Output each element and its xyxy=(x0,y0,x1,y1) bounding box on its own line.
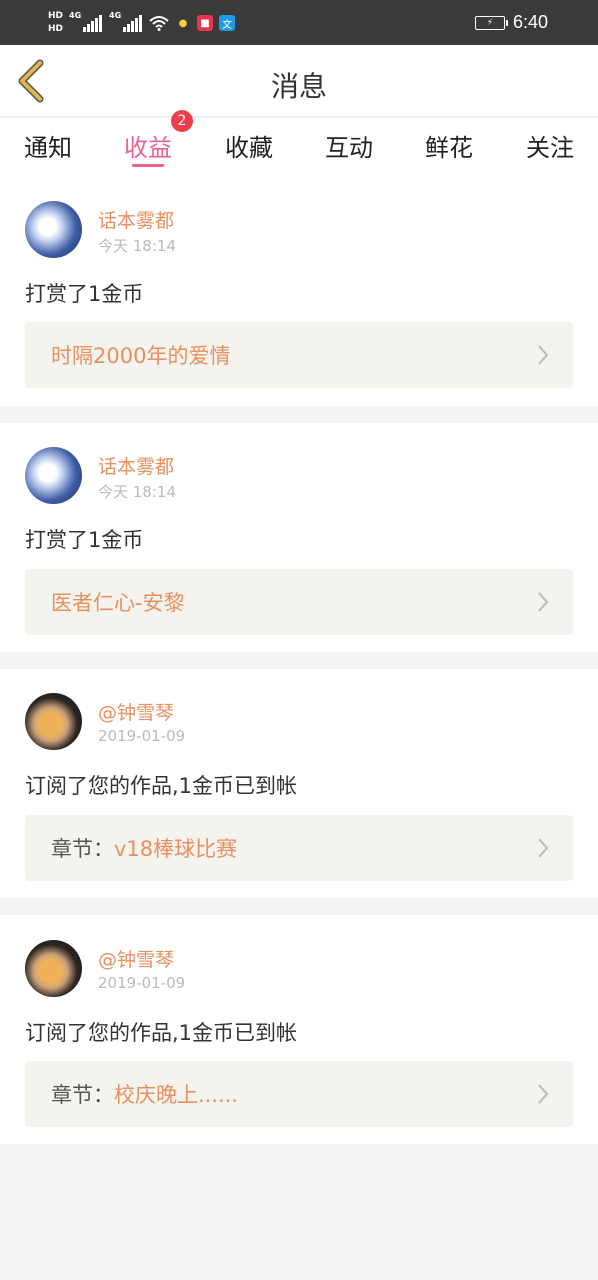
sender-name[interactable]: @钟雪琴 xyxy=(98,945,174,972)
hd-label-1: HD xyxy=(48,11,64,21)
message-card: 话本雾都 今天 18:14 打赏了1金币 医者仁心-安黎 xyxy=(0,423,598,652)
message-card: @钟雪琴 2019-01-09 订阅了您的作品,1金币已到帐 章节：v18棒球比… xyxy=(0,669,598,898)
hd-indicator: HD HD xyxy=(48,10,63,36)
nav-header: 消息 xyxy=(0,45,598,117)
work-title: 医者仁心-安黎 xyxy=(51,587,185,617)
translate-icon: 文 xyxy=(219,15,236,31)
work-title: 时隔2000年的爱情 xyxy=(51,340,230,370)
page-title: 消息 xyxy=(270,70,327,103)
avatar[interactable] xyxy=(25,693,82,750)
chapter-title: 章节：校庆晚上...... xyxy=(51,1079,238,1109)
signal-icon: 4G xyxy=(109,11,143,32)
chapter-prefix: 章节： xyxy=(51,1083,114,1107)
message-time: 今天 18:14 xyxy=(98,237,176,255)
message-time: 2019-01-09 xyxy=(98,974,186,992)
message-text: 订阅了您的作品,1金币已到帐 xyxy=(25,774,298,798)
work-link[interactable]: 时隔2000年的爱情 xyxy=(25,322,573,388)
chevron-right-icon xyxy=(538,345,549,365)
link-title: 校庆晚上...... xyxy=(114,1083,239,1107)
chevron-right-icon xyxy=(538,592,549,612)
network-type-2: 4G xyxy=(109,11,122,20)
tab-earnings[interactable]: 收益 xyxy=(108,128,188,163)
link-title: 医者仁心-安黎 xyxy=(51,591,185,615)
chevron-right-icon xyxy=(538,838,549,858)
link-title: 时隔2000年的爱情 xyxy=(51,344,231,368)
status-bar: HD HD 4G 4G ● ■ 文 ⚡ 6:40 xyxy=(0,0,598,45)
message-card: @钟雪琴 2019-01-09 订阅了您的作品,1金币已到帐 章节：校庆晚上..… xyxy=(0,915,598,1144)
chapter-prefix: 章节： xyxy=(51,837,114,861)
chapter-link[interactable]: 章节：校庆晚上...... xyxy=(25,1061,573,1127)
status-indicators: HD HD 4G 4G ● ■ 文 xyxy=(48,6,236,40)
clock: 6:40 xyxy=(512,12,548,32)
signal-icon: 4G xyxy=(69,11,103,32)
message-time: 今天 18:14 xyxy=(98,483,176,501)
tab-notifications[interactable]: 通知 xyxy=(8,128,88,163)
tab-bar: 通知 收益 2 收藏 互动 鲜花 关注 xyxy=(0,110,598,180)
battery-icon: ⚡ xyxy=(474,15,508,30)
message-text: 打赏了1金币 xyxy=(25,528,144,552)
tab-flowers[interactable]: 鲜花 xyxy=(409,128,489,163)
message-time: 2019-01-09 xyxy=(98,727,186,745)
sender-name[interactable]: 话本雾都 xyxy=(98,206,174,233)
wifi-icon xyxy=(149,16,169,31)
avatar[interactable] xyxy=(25,940,82,997)
sender-name[interactable]: @钟雪琴 xyxy=(98,698,174,725)
tab-following[interactable]: 关注 xyxy=(510,128,590,163)
message-text: 打赏了1金币 xyxy=(25,282,144,306)
tab-favorites[interactable]: 收藏 xyxy=(209,128,289,163)
message-card: 话本雾都 今天 18:14 打赏了1金币 时隔2000年的爱情 xyxy=(0,180,598,406)
chevron-right-icon xyxy=(538,1084,549,1104)
message-text: 订阅了您的作品,1金币已到帐 xyxy=(25,1021,298,1045)
tab-interactions[interactable]: 互动 xyxy=(309,128,389,163)
chapter-title: 章节：v18棒球比赛 xyxy=(51,833,237,863)
active-tab-indicator xyxy=(132,164,164,167)
chapter-link[interactable]: 章节：v18棒球比赛 xyxy=(25,815,573,881)
app-notification-icon: ■ xyxy=(197,15,214,31)
avatar[interactable] xyxy=(25,447,82,504)
hd-label-2: HD xyxy=(48,24,64,34)
link-title: v18棒球比赛 xyxy=(114,837,238,861)
network-type-1: 4G xyxy=(69,11,82,20)
avatar[interactable] xyxy=(25,201,82,258)
lightbulb-icon: ● xyxy=(178,17,188,29)
sender-name[interactable]: 话本雾都 xyxy=(98,452,174,479)
earnings-badge: 2 xyxy=(171,110,193,132)
work-link[interactable]: 医者仁心-安黎 xyxy=(25,569,573,635)
